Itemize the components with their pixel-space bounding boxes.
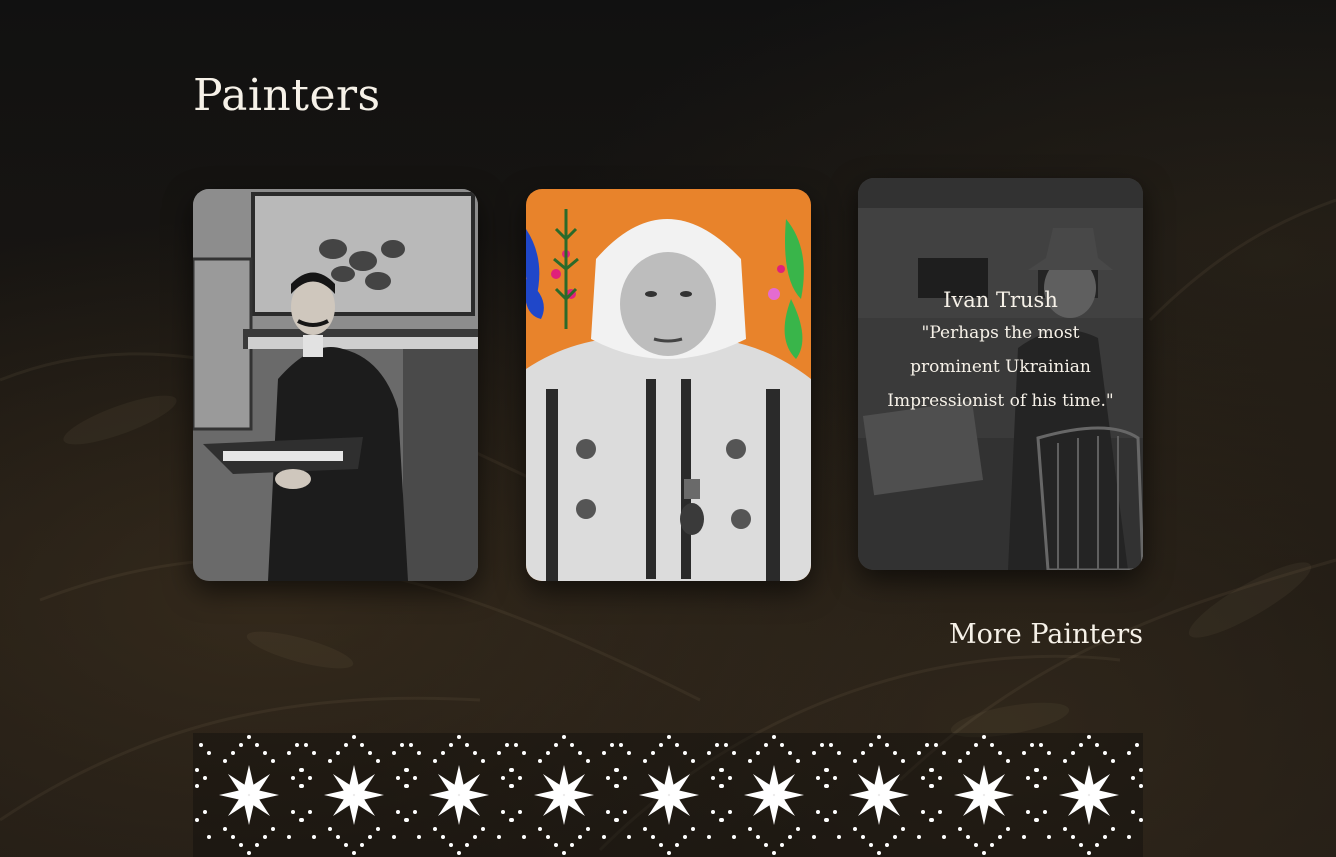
painter-name: Ivan Trush [943, 288, 1058, 312]
more-painters-link[interactable]: More Painters [949, 619, 1143, 650]
ornament-pattern [195, 735, 1143, 855]
painter-card-2[interactable] [526, 189, 811, 581]
painter-photo-2 [526, 189, 811, 581]
painter-card-overlay: Ivan Trush "Perhaps the most prominent U… [858, 178, 1143, 570]
painter-card-ivan-trush[interactable]: Ivan Trush "Perhaps the most prominent U… [858, 178, 1143, 570]
ornament-band [193, 733, 1143, 857]
page-title: Painters [193, 70, 381, 121]
painter-photo-1 [193, 189, 478, 581]
painter-quote: "Perhaps the most prominent Ukrainian Im… [887, 323, 1114, 411]
painter-card-1[interactable] [193, 189, 478, 581]
